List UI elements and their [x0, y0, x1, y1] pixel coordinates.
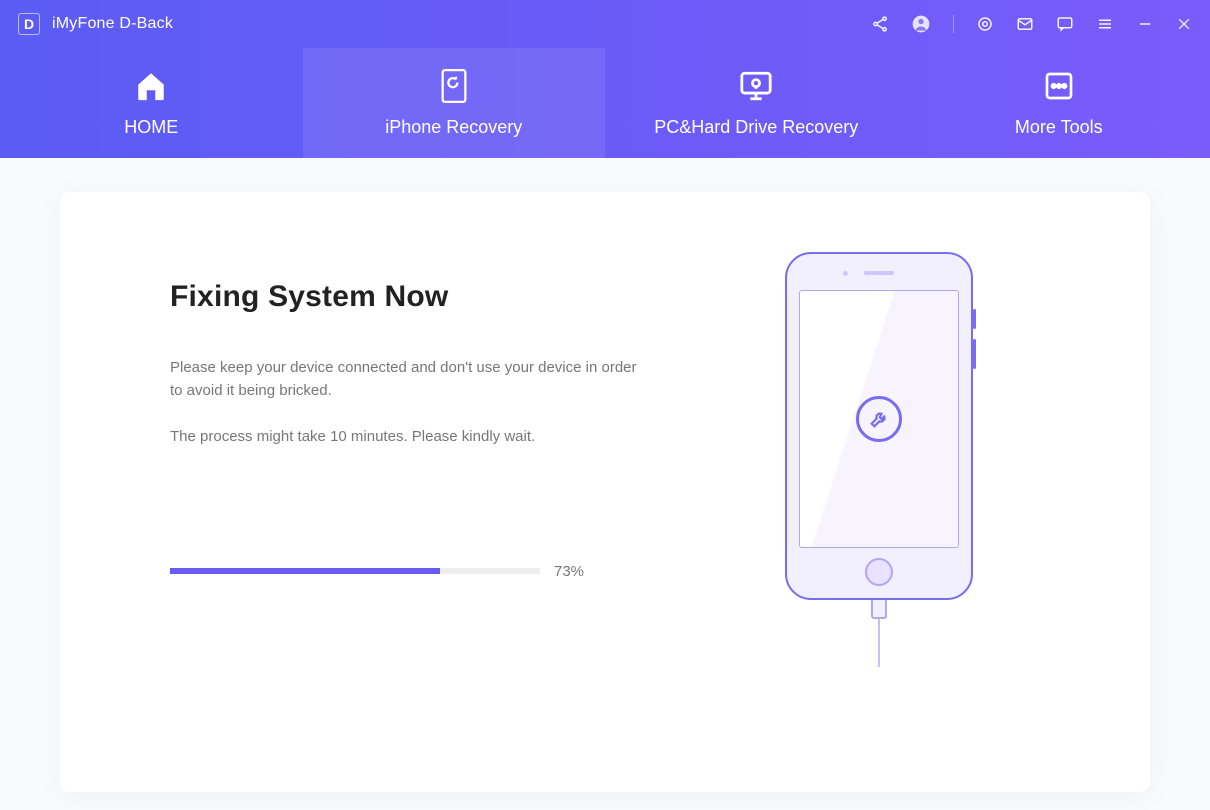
- phone-refresh-icon: [440, 69, 468, 103]
- wrench-icon: [856, 396, 902, 442]
- phone-side-button: [973, 309, 976, 329]
- nav-label: PC&Hard Drive Recovery: [654, 117, 858, 138]
- phone-camera: [843, 271, 848, 276]
- nav-label: iPhone Recovery: [385, 117, 522, 138]
- nav-label: More Tools: [1015, 117, 1103, 138]
- progress-row: 73%: [170, 563, 637, 580]
- main-card: Fixing System Now Please keep your devic…: [60, 192, 1150, 792]
- account-icon[interactable]: [911, 14, 931, 34]
- progress-bar: [170, 568, 540, 574]
- more-icon: [1043, 69, 1075, 103]
- share-icon[interactable]: [871, 15, 889, 33]
- settings-icon[interactable]: [976, 15, 994, 33]
- phone-screen: [799, 290, 959, 548]
- phone-side-button: [973, 339, 976, 369]
- feedback-icon[interactable]: [1056, 15, 1074, 33]
- nav-pc-recovery[interactable]: PC&Hard Drive Recovery: [605, 48, 908, 158]
- mail-icon[interactable]: [1016, 15, 1034, 33]
- phone-speaker: [864, 271, 894, 275]
- app-title: iMyFone D-Back: [52, 15, 173, 33]
- nav-iphone-recovery[interactable]: iPhone Recovery: [303, 48, 606, 158]
- main-nav: HOME iPhone Recovery PC&Hard Drive Recov…: [0, 48, 1210, 158]
- minimize-icon[interactable]: [1136, 15, 1154, 33]
- content-area: Fixing System Now Please keep your devic…: [0, 158, 1210, 810]
- nav-label: HOME: [124, 117, 178, 138]
- titlebar-divider: [953, 15, 954, 33]
- nav-more-tools[interactable]: More Tools: [908, 48, 1210, 158]
- close-icon[interactable]: [1176, 16, 1192, 32]
- page-title: Fixing System Now: [170, 280, 637, 314]
- titlebar: D iMyFone D-Back: [0, 0, 1210, 48]
- monitor-icon: [739, 69, 773, 103]
- app-logo: D: [18, 13, 40, 35]
- cable-connector: [871, 599, 887, 619]
- phone-outline: [785, 252, 973, 600]
- cable-wire: [878, 619, 880, 667]
- progress-fill: [170, 568, 440, 574]
- progress-percent-label: 73%: [554, 563, 584, 580]
- home-icon: [133, 69, 169, 103]
- phone-illustration: [785, 252, 973, 667]
- phone-home-button: [865, 558, 893, 586]
- instruction-text-1: Please keep your device connected and do…: [170, 356, 637, 403]
- instruction-text-2: The process might take 10 minutes. Pleas…: [170, 425, 637, 448]
- menu-icon[interactable]: [1096, 15, 1114, 33]
- nav-home[interactable]: HOME: [0, 48, 303, 158]
